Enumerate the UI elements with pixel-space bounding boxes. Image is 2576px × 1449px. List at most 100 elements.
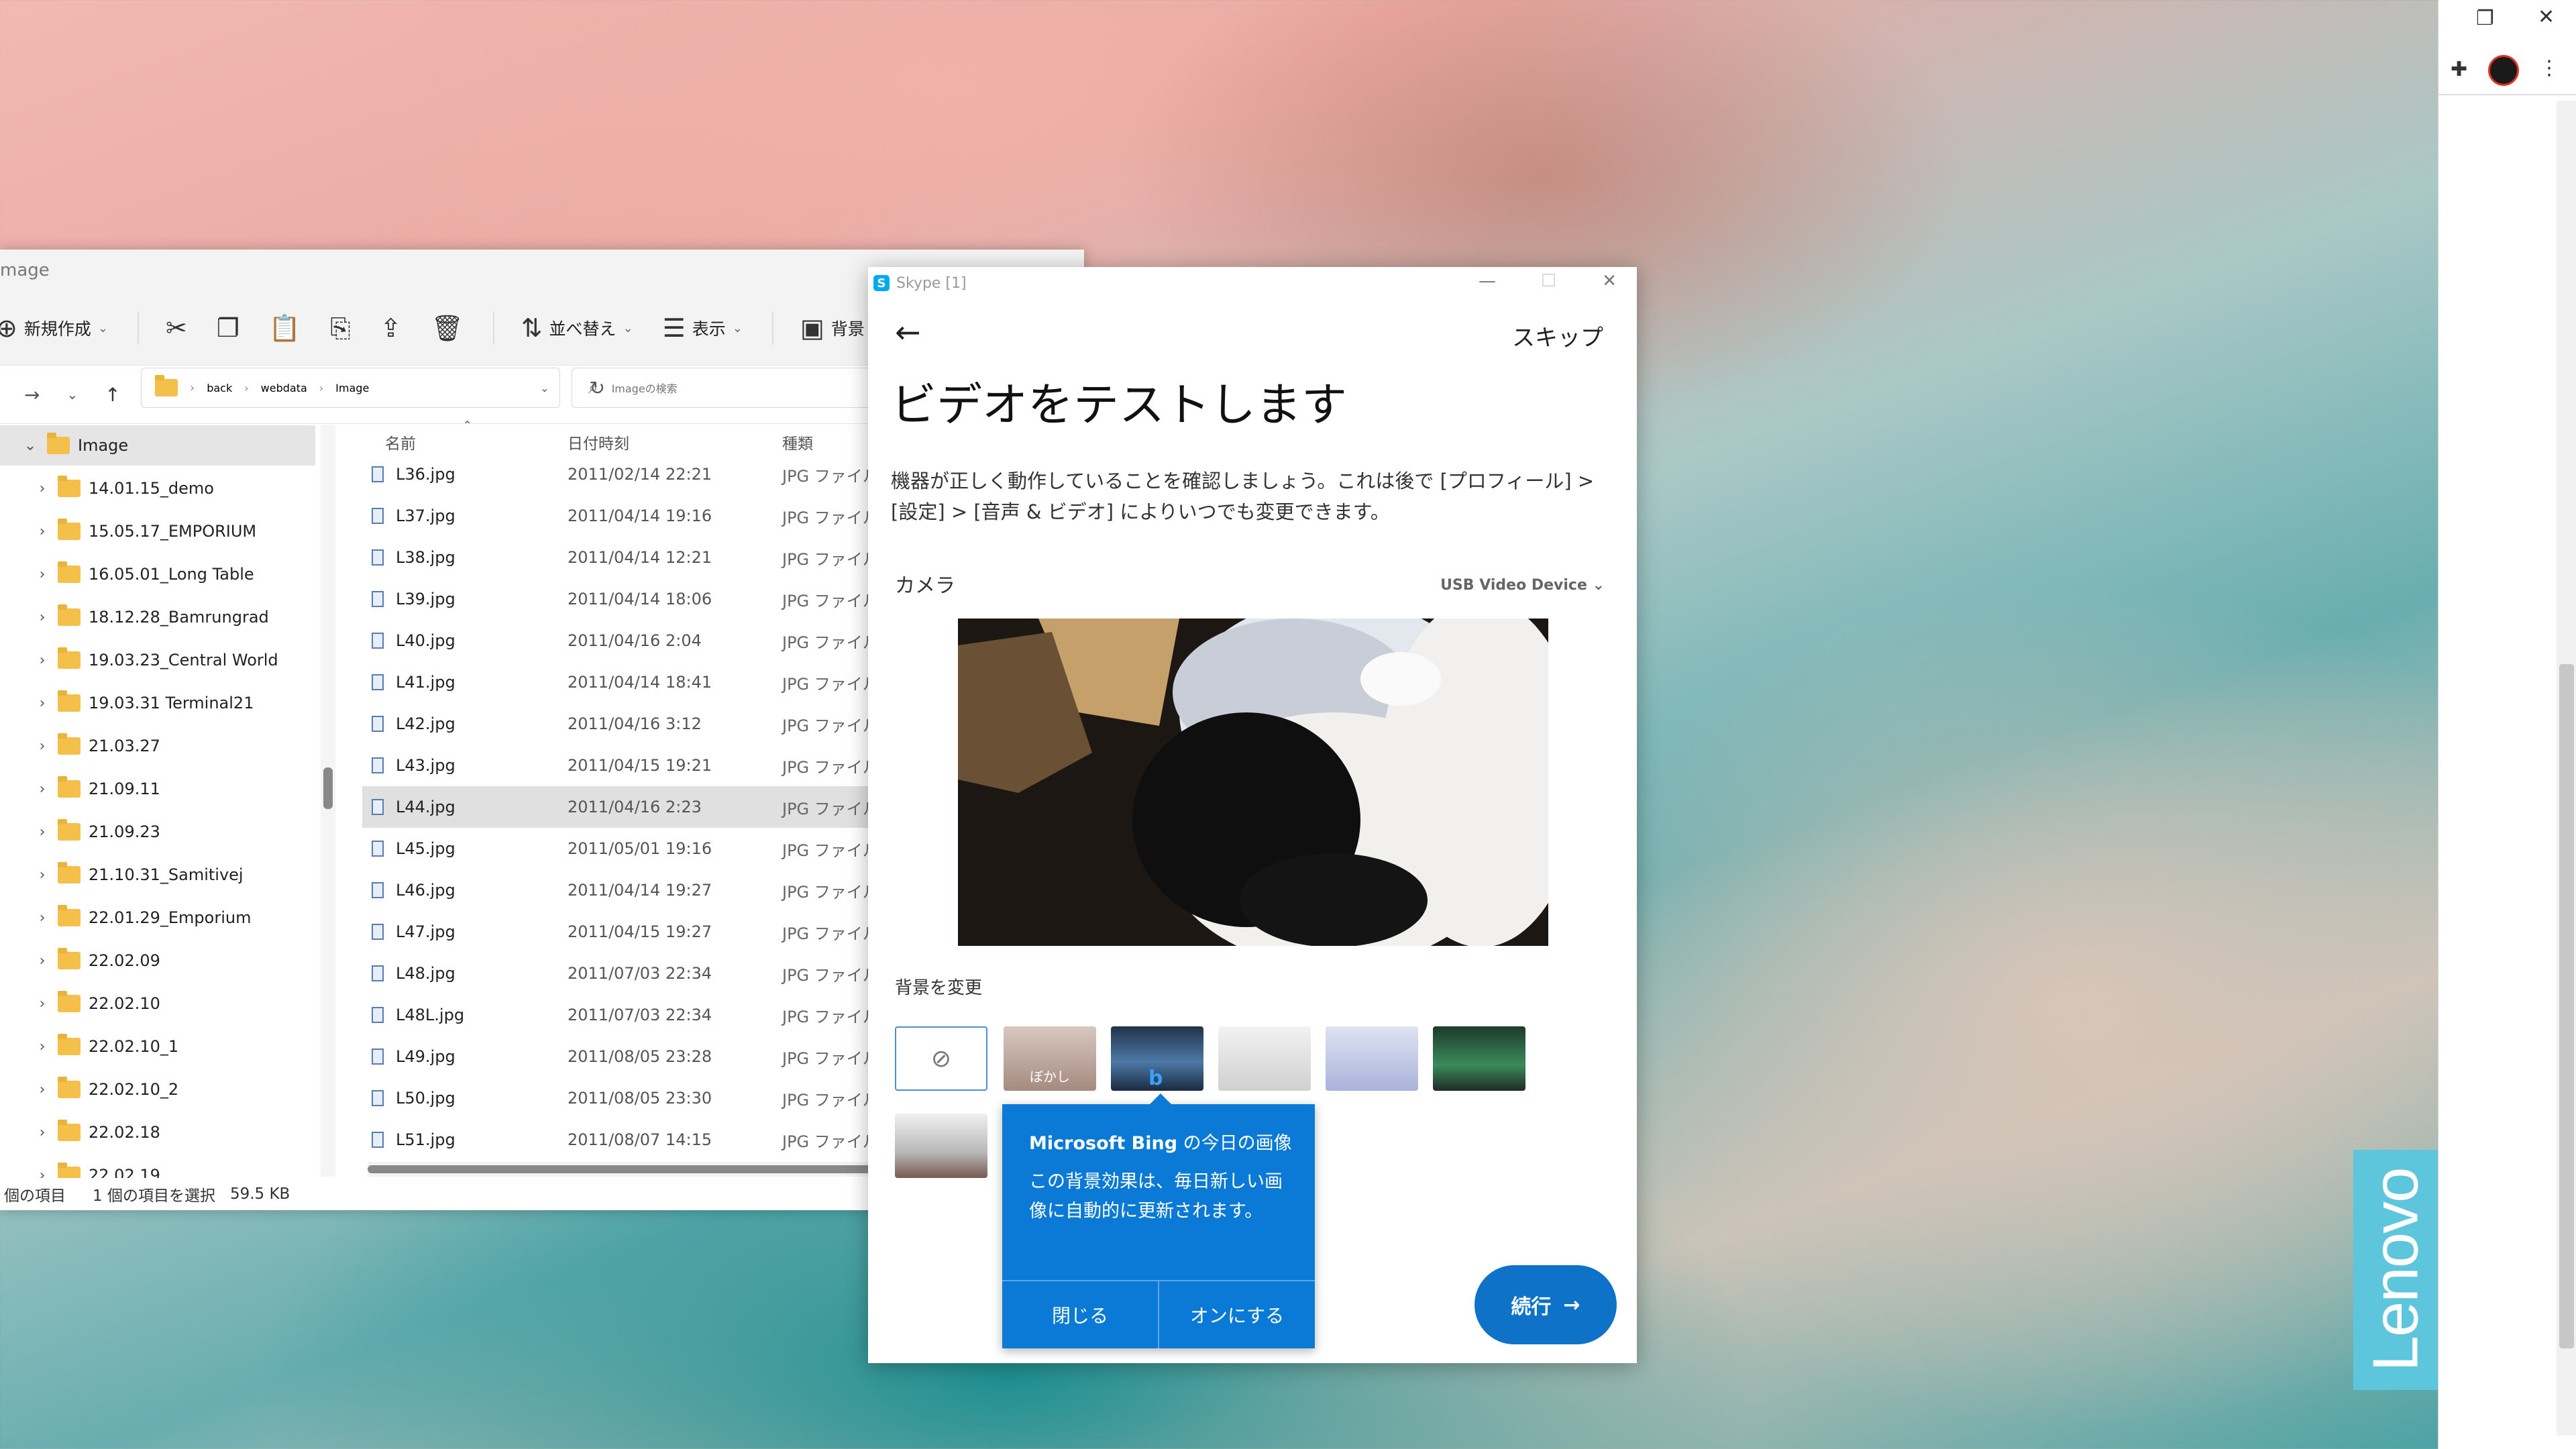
address-bar[interactable]: › back › webdata › Image ⌄ ↻ [141, 368, 605, 408]
chevron-right-icon[interactable]: › [32, 652, 52, 669]
file-type: JPG ファイル [782, 841, 879, 860]
folder-icon [58, 991, 80, 1012]
minimize-icon[interactable]: — [1479, 271, 1496, 291]
tooltip-body: この背景効果は、毎日新しい画像に自動的に更新されます。 [1029, 1171, 1283, 1222]
background-pattern[interactable] [1326, 1026, 1418, 1091]
file-name: L47.jpg [396, 922, 455, 941]
file-name: L40.jpg [396, 631, 455, 650]
chevron-down-icon[interactable]: ⌄ [20, 437, 40, 454]
tooltip-enable-button[interactable]: オンにする [1158, 1281, 1315, 1348]
file-date: 2011/04/16 2:04 [568, 631, 702, 650]
chevron-right-icon[interactable]: › [32, 738, 52, 755]
maximize-icon[interactable]: ☐ [1541, 271, 1556, 291]
breadcrumb-back[interactable]: back [207, 382, 232, 394]
nav-folder-item[interactable]: › 19.03.31 Terminal21 [0, 683, 315, 723]
nav-folder-item[interactable]: › 21.10.31_Samitivej [0, 855, 315, 895]
background-office[interactable] [1433, 1026, 1525, 1091]
chevron-right-icon[interactable]: › [32, 566, 52, 583]
up-icon[interactable]: ↑ [105, 384, 120, 406]
rename-icon[interactable]: ⎘ [330, 313, 350, 343]
scrollbar[interactable] [2557, 101, 2576, 1436]
nav-folder-item[interactable]: › 22.02.10_1 [0, 1026, 315, 1067]
nav-label: Image [78, 436, 129, 455]
skip-button[interactable]: スキップ [1512, 319, 1603, 352]
continue-button[interactable]: 続行 → [1474, 1265, 1617, 1344]
background-none[interactable]: ⊘ [895, 1026, 987, 1091]
chevron-right-icon[interactable]: › [32, 996, 52, 1012]
breadcrumb-webdata[interactable]: webdata [261, 382, 307, 394]
nav-folder-item[interactable]: › 21.09.11 [0, 769, 315, 809]
recent-icon[interactable]: ⌄ [66, 386, 78, 402]
paste-icon[interactable]: 📋 [269, 313, 301, 343]
camera-label: カメラ [895, 574, 955, 598]
tooltip-close-button[interactable]: 閉じる [1002, 1281, 1158, 1348]
extensions-icon[interactable]: ✚ [2451, 58, 2467, 81]
chevron-right-icon: › [319, 381, 324, 394]
status-count: 個の項目 [4, 1187, 66, 1205]
forward-icon[interactable]: → [24, 384, 40, 406]
sort-button[interactable]: ⇅ 並べ替え ⌄ [521, 313, 633, 343]
tooltip-actions: 閉じる オンにする [1002, 1280, 1315, 1348]
chevron-right-icon[interactable]: › [32, 1038, 52, 1055]
background-blur[interactable]: ぼかし [1004, 1026, 1096, 1091]
nav-folder-item[interactable]: › 21.09.23 [0, 812, 315, 852]
close-icon[interactable]: ✕ [2538, 5, 2555, 29]
nav-folder-item[interactable]: › 22.02.10 [0, 983, 315, 1024]
nav-label: 22.02.09 [89, 951, 160, 970]
back-arrow-icon[interactable]: ← [895, 314, 921, 350]
file-name: L41.jpg [396, 673, 455, 692]
chevron-right-icon[interactable]: › [32, 953, 52, 969]
file-type: JPG ファイル [782, 965, 879, 985]
delete-icon[interactable]: 🗑 [431, 313, 463, 343]
nav-folder-item[interactable]: › 18.12.28_Bamrungrad [0, 597, 315, 637]
nav-folder-item[interactable]: › 16.05.01_Long Table [0, 554, 315, 594]
nav-folder-item[interactable]: › 19.03.23_Central World [0, 640, 315, 680]
folder-icon [58, 862, 80, 883]
navigation-pane: ⌄ Image › 14.01.15_demo › 15.05.17_EMPORIUM… [0, 425, 315, 1185]
chevron-right-icon[interactable]: › [32, 695, 52, 712]
chevron-right-icon[interactable]: › [32, 480, 52, 497]
status-selection: 1 個の項目を選択 [93, 1187, 215, 1205]
scrollbar-thumb[interactable] [323, 767, 333, 809]
new-button[interactable]: ⊕ 新規作成 ⌄ [0, 313, 108, 343]
share-icon[interactable]: ⇪ [380, 313, 402, 343]
file-date: 2011/08/05 23:28 [568, 1047, 712, 1066]
close-icon[interactable]: ✕ [1602, 271, 1617, 291]
chevron-right-icon[interactable]: › [32, 609, 52, 626]
divider [2438, 94, 2576, 95]
avatar[interactable] [2488, 55, 2519, 86]
chevron-right-icon[interactable]: › [32, 867, 52, 883]
nav-folder-item[interactable]: › 22.02.09 [0, 941, 315, 981]
chevron-right-icon[interactable]: › [32, 824, 52, 841]
nav-folder-item[interactable]: › 14.01.15_demo [0, 468, 315, 508]
nav-folder-item[interactable]: › 15.05.17_EMPORIUM [0, 511, 315, 551]
scrollbar-thumb[interactable] [2559, 664, 2574, 1348]
view-button[interactable]: ☰ 表示 ⌄ [663, 313, 743, 343]
chevron-down-icon[interactable]: ⌄ [540, 382, 549, 394]
nav-folder-item[interactable]: › 22.02.10_2 [0, 1069, 315, 1110]
background-button[interactable]: ▣ 背景 [800, 313, 865, 343]
file-name: L44.jpg [396, 798, 455, 816]
chevron-right-icon[interactable]: › [32, 1124, 52, 1141]
nav-folder-item[interactable]: › 22.01.29_Emporium [0, 898, 315, 938]
scrollbar-thumb[interactable] [368, 1165, 904, 1173]
chevron-right-icon[interactable]: › [32, 910, 52, 926]
nav-folder-item[interactable]: › 22.02.18 [0, 1112, 315, 1152]
cut-icon[interactable]: ✂ [166, 313, 187, 343]
folder-icon [58, 647, 80, 669]
background-room[interactable] [1218, 1026, 1311, 1091]
camera-device-select[interactable]: USB Video Device ⌄ [1440, 577, 1605, 594]
nav-root-image[interactable]: ⌄ Image [0, 425, 315, 466]
chevron-right-icon[interactable]: › [32, 523, 52, 540]
breadcrumb-image[interactable]: Image [335, 382, 369, 394]
file-name: L38.jpg [396, 548, 455, 567]
background-interior[interactable] [895, 1114, 987, 1178]
restore-icon[interactable]: ❐ [2476, 7, 2494, 30]
background-bing[interactable]: b [1111, 1026, 1203, 1091]
copy-icon[interactable]: ❐ [217, 313, 239, 343]
nav-folder-item[interactable]: › 21.03.27 [0, 726, 315, 766]
menu-icon[interactable]: ⋮ [2539, 56, 2559, 80]
chevron-right-icon[interactable]: › [32, 781, 52, 798]
chevron-right-icon[interactable]: › [32, 1081, 52, 1098]
nav-scrollbar[interactable] [321, 425, 335, 1177]
